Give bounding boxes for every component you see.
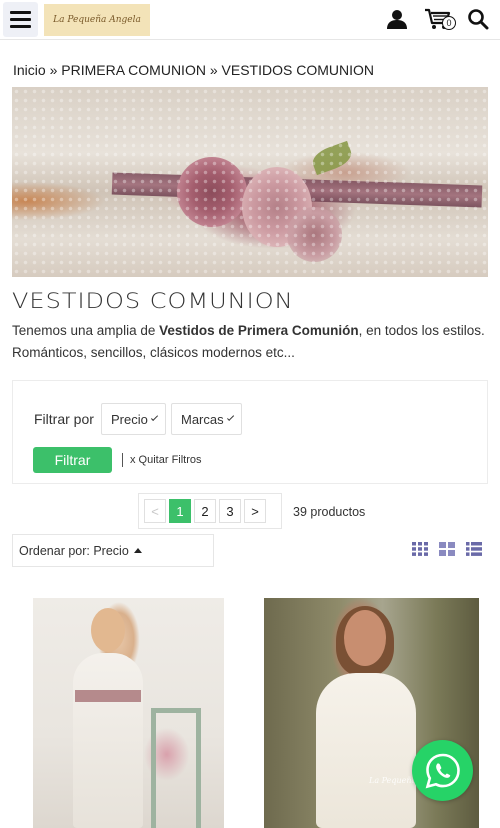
product-card-image[interactable] (33, 598, 224, 828)
category-description: Tenemos una amplia de Vestidos de Primer… (12, 320, 490, 364)
chevron-down-icon (226, 413, 234, 421)
breadcrumb-separator: » (209, 62, 218, 78)
grid-small-icon[interactable] (412, 542, 428, 556)
sort-ascending-icon (133, 548, 142, 553)
category-banner-image (12, 87, 488, 277)
pagination-page-3[interactable]: 3 (219, 499, 241, 523)
menu-button[interactable] (3, 2, 38, 37)
product-photo-detail (75, 690, 141, 702)
breadcrumb: Inicio » PRIMERA COMUNION » VESTIDOS COM… (13, 62, 374, 78)
chevron-down-icon (150, 413, 159, 421)
breadcrumb-primera-comunion[interactable]: PRIMERA COMUNION (61, 62, 206, 78)
apply-filter-button[interactable]: Filtrar (33, 447, 112, 473)
description-bold: Vestidos de Primera Comunión (159, 323, 359, 338)
whatsapp-chat-button[interactable] (412, 740, 473, 801)
pagination-prev[interactable]: < (144, 499, 166, 523)
page-title: VESTIDOS COMUNION (12, 288, 294, 314)
user-icon[interactable] (385, 6, 409, 32)
breadcrumb-home[interactable]: Inicio (13, 62, 46, 78)
filter-dropdown-marcas[interactable]: Marcas (171, 403, 242, 435)
banner-lace-texture (12, 87, 488, 277)
product-photo-detail (344, 610, 386, 666)
view-mode-switcher (412, 542, 482, 556)
menu-icon-bar (10, 11, 31, 14)
pagination: < 1 2 3 > (138, 493, 282, 529)
menu-icon-bar (10, 25, 31, 28)
product-photo-detail (151, 708, 201, 828)
list-icon[interactable] (466, 542, 482, 556)
cart-count-badge: 0 (442, 16, 456, 30)
logo-text: La Pequeña Angela (53, 15, 141, 25)
cart-icon[interactable]: 0 (420, 6, 456, 32)
breadcrumb-current: VESTIDOS COMUNION (221, 62, 374, 78)
site-logo[interactable]: La Pequeña Angela (44, 4, 150, 36)
description-intro: Tenemos una amplia de (12, 323, 160, 338)
pagination-page-2[interactable]: 2 (194, 499, 216, 523)
filter-panel: Filtrar por Precio Marcas Filtrar x Quit… (12, 380, 488, 484)
filter-label: Filtrar por (34, 411, 94, 427)
product-photo-detail (73, 653, 143, 828)
product-count: 39 productos (293, 505, 366, 519)
breadcrumb-separator: » (49, 62, 58, 78)
filter-dropdown-label: Marcas (181, 411, 224, 427)
product-photo-detail (316, 673, 416, 828)
menu-icon-bar (10, 18, 31, 21)
sort-dropdown[interactable]: Ordenar por: Precio (12, 534, 214, 567)
pagination-page-1[interactable]: 1 (169, 499, 191, 523)
search-icon[interactable] (465, 6, 491, 32)
filter-dropdown-label: Precio (111, 411, 148, 427)
pagination-next[interactable]: > (244, 499, 266, 523)
clear-filters-link[interactable]: x Quitar Filtros (122, 453, 202, 467)
product-photo-detail (91, 608, 125, 652)
grid-large-icon[interactable] (439, 542, 455, 556)
filter-dropdown-precio[interactable]: Precio (101, 403, 166, 435)
sort-label: Ordenar por: Precio (19, 543, 129, 558)
whatsapp-icon (425, 753, 460, 788)
site-header: La Pequeña Angela 0 (0, 0, 500, 40)
